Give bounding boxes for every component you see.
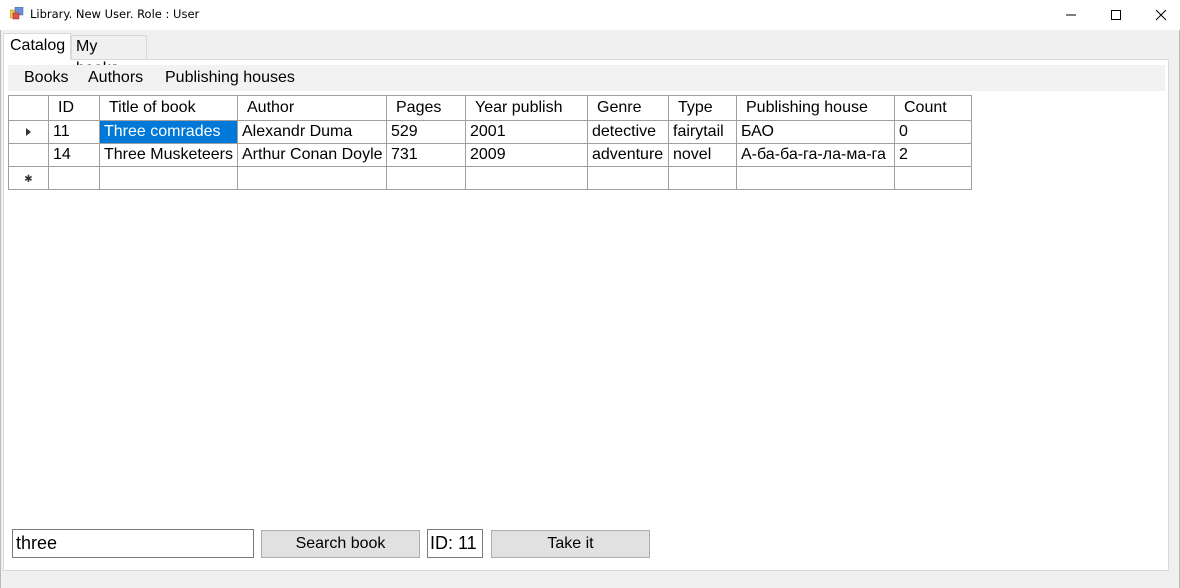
new-row[interactable]: ✱ [8,166,972,190]
column-header-author[interactable]: Author [237,95,387,121]
current-row-arrow-icon [26,128,31,136]
table-cell[interactable]: Arthur Conan Doyle [237,143,387,167]
selected-id-label: ID: 11 [427,529,483,558]
menu-item-books[interactable]: Books [24,66,68,90]
column-header-genre[interactable]: Genre [587,95,669,121]
table-cell[interactable]: Three Musketeers [99,143,238,167]
table-cell[interactable]: adventure [587,143,669,167]
table-cell[interactable]: novel [668,143,737,167]
table-cell[interactable] [237,166,387,190]
table-cell[interactable]: Alexandr Duma [237,120,387,144]
table-cell[interactable]: 0 [894,120,972,144]
table-cell[interactable]: БАО [736,120,895,144]
books-grid[interactable]: ID Title of book Author Pages Year publi… [8,95,972,190]
table-cell[interactable]: 529 [386,120,466,144]
search-book-button[interactable]: Search book [261,530,420,558]
row-header-new[interactable]: ✱ [8,166,49,190]
table-cell[interactable]: fairytail [668,120,737,144]
minimize-icon [1066,14,1076,16]
close-icon [1155,9,1167,21]
table-cell[interactable] [465,166,588,190]
grid-header-row: ID Title of book Author Pages Year publi… [8,95,972,121]
table-cell[interactable] [587,166,669,190]
column-header-year[interactable]: Year publish [465,95,588,121]
column-header-type[interactable]: Type [668,95,737,121]
tab-catalog[interactable]: Catalog [3,33,71,60]
table-cell[interactable]: 2009 [465,143,588,167]
window-title: Library. New User. Role : User [30,7,200,21]
tab-my-books[interactable]: My books [71,35,147,77]
table-cell[interactable] [48,166,100,190]
column-header-id[interactable]: ID [48,95,100,121]
maximize-icon [1111,10,1121,20]
row-header-current[interactable] [8,120,49,144]
table-row[interactable]: 14 Three Musketeers Arthur Conan Doyle 7… [8,143,972,167]
window-border [0,30,1,588]
app-icon [10,7,24,20]
new-row-star-icon: ✱ [24,174,33,185]
column-header-pages[interactable]: Pages [386,95,466,121]
table-cell[interactable] [736,166,895,190]
close-button[interactable] [1138,0,1180,30]
minimize-button[interactable] [1048,0,1094,30]
grid-corner-header[interactable] [8,95,49,121]
take-it-button[interactable]: Take it [491,530,650,558]
column-header-publishing-house[interactable]: Publishing house [736,95,895,121]
title-bar: Library. New User. Role : User [0,0,1180,30]
column-header-title[interactable]: Title of book [99,95,238,121]
table-cell[interactable] [668,166,737,190]
column-header-count[interactable]: Count [894,95,972,121]
row-header[interactable] [8,143,49,167]
table-cell[interactable]: 731 [386,143,466,167]
table-cell[interactable] [894,166,972,190]
table-cell[interactable]: 2 [894,143,972,167]
table-cell-selected[interactable]: Three comrades [99,120,238,144]
search-input[interactable] [12,529,254,558]
table-cell[interactable]: А-ба-ба-га-ла-ма-га [736,143,895,167]
table-cell[interactable]: 11 [48,120,100,144]
table-cell[interactable]: detective [587,120,669,144]
table-cell[interactable]: 14 [48,143,100,167]
maximize-button[interactable] [1093,0,1139,30]
table-cell[interactable] [99,166,238,190]
menu-item-authors[interactable]: Authors [88,66,143,90]
table-cell[interactable] [386,166,466,190]
table-cell[interactable]: 2001 [465,120,588,144]
table-row[interactable]: 11 Three comrades Alexandr Duma 529 2001… [8,120,972,144]
menu-item-publishing-houses[interactable]: Publishing houses [165,66,295,90]
